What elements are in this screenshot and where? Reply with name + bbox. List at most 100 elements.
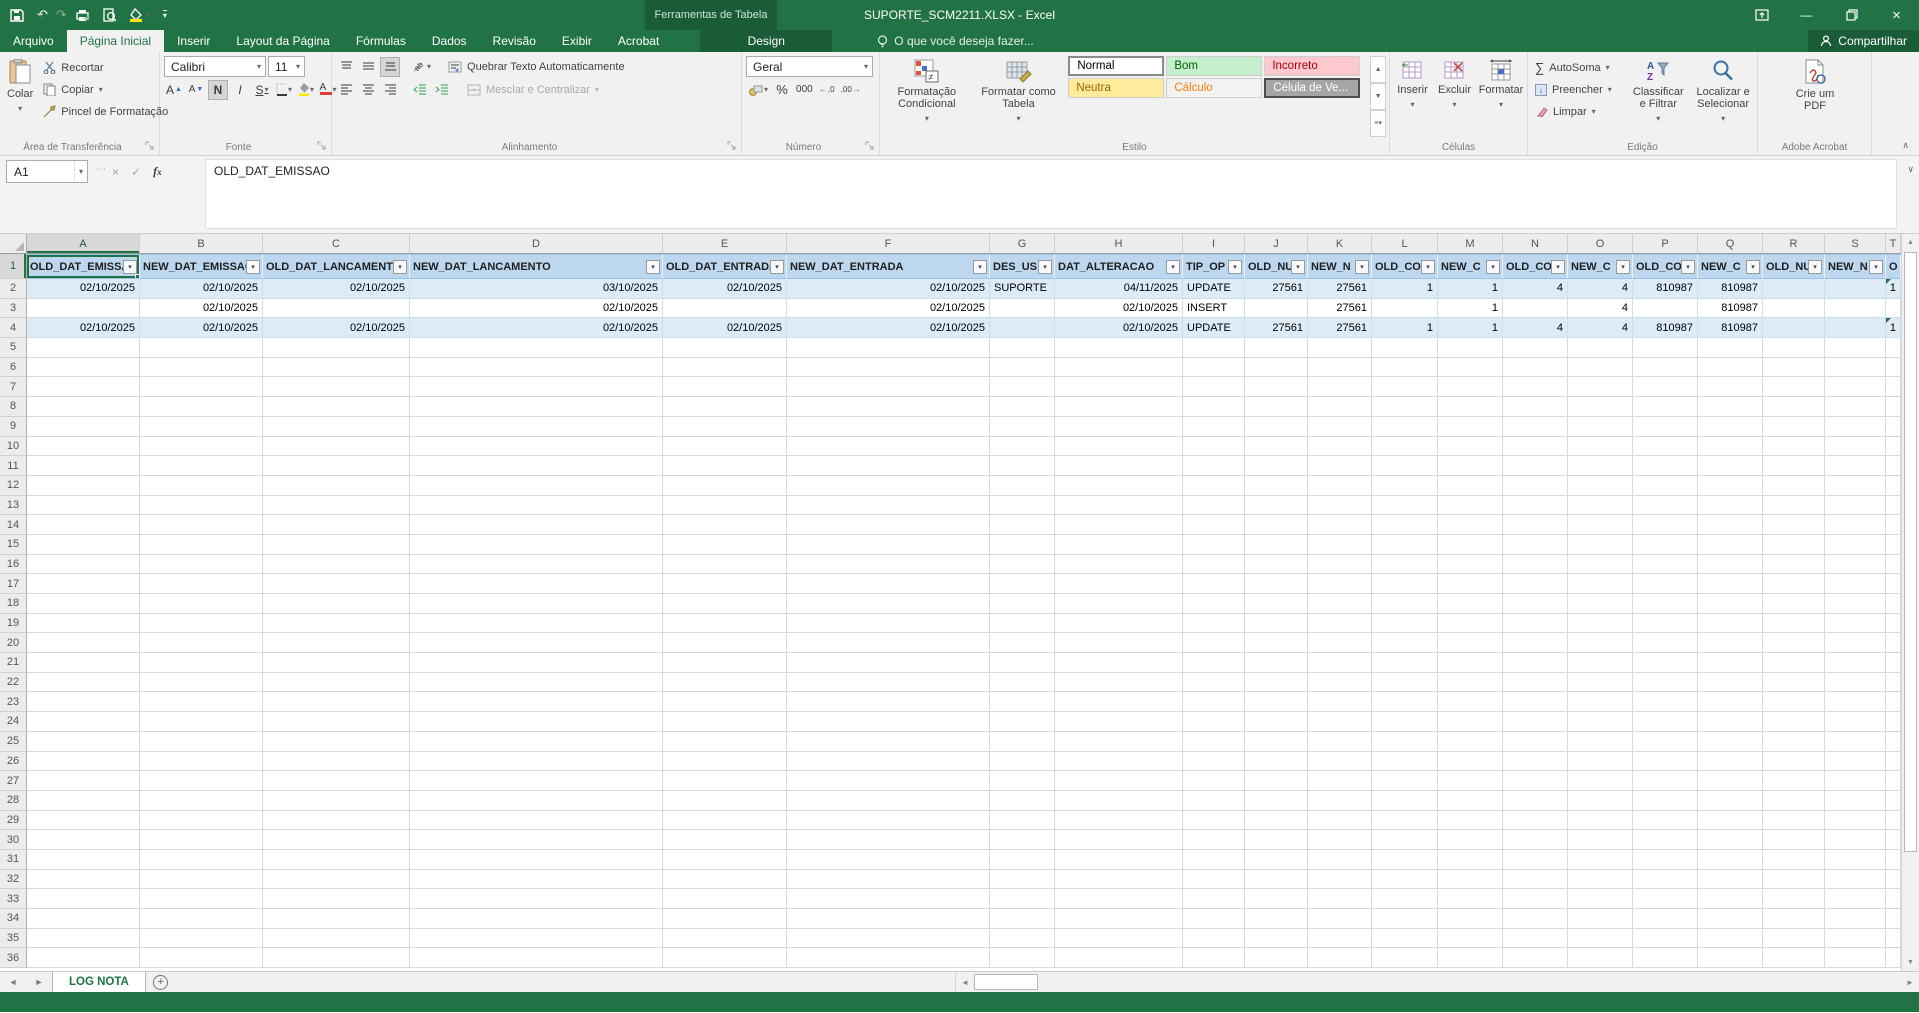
cell-O29[interactable] bbox=[1568, 810, 1633, 831]
cell-R24[interactable] bbox=[1763, 712, 1825, 732]
cell-A32[interactable] bbox=[27, 869, 140, 890]
cell-A27[interactable] bbox=[27, 771, 140, 791]
cell-K19[interactable] bbox=[1308, 613, 1372, 634]
cell-L15[interactable] bbox=[1372, 534, 1438, 555]
font-dialog-launcher[interactable] bbox=[317, 141, 328, 152]
cell-T30[interactable] bbox=[1886, 830, 1901, 850]
header-cell-O1[interactable]: NEW_C ▾ bbox=[1568, 254, 1633, 279]
cell-Q28[interactable] bbox=[1698, 790, 1763, 811]
cell-K10[interactable] bbox=[1308, 436, 1372, 457]
cell-E14[interactable] bbox=[663, 515, 787, 535]
cell-K17[interactable] bbox=[1308, 574, 1372, 594]
cell-J20[interactable] bbox=[1245, 633, 1308, 654]
cell-P29[interactable] bbox=[1633, 810, 1698, 831]
cell-H13[interactable] bbox=[1055, 495, 1183, 516]
cell-K14[interactable] bbox=[1308, 515, 1372, 535]
cell-S32[interactable] bbox=[1825, 869, 1886, 890]
cell-E18[interactable] bbox=[663, 594, 787, 614]
cell-T6[interactable] bbox=[1886, 357, 1901, 378]
align-center-icon[interactable] bbox=[358, 80, 378, 100]
cell-S36[interactable] bbox=[1825, 948, 1886, 969]
gallery-up-icon[interactable]: ▲ bbox=[1370, 56, 1387, 83]
cell-C3[interactable] bbox=[263, 298, 410, 319]
cell-R30[interactable] bbox=[1763, 830, 1825, 850]
cell-K23[interactable] bbox=[1308, 692, 1372, 713]
cell-P23[interactable] bbox=[1633, 692, 1698, 713]
cell-B3[interactable]: 02/10/2025 bbox=[140, 298, 263, 319]
cell-K24[interactable] bbox=[1308, 712, 1372, 732]
cell-F23[interactable] bbox=[787, 692, 990, 713]
cell-A30[interactable] bbox=[27, 830, 140, 850]
cell-M24[interactable] bbox=[1438, 712, 1503, 732]
cell-K32[interactable] bbox=[1308, 869, 1372, 890]
cell-G13[interactable] bbox=[990, 495, 1055, 516]
cell-Q9[interactable] bbox=[1698, 416, 1763, 437]
cell-G3[interactable] bbox=[990, 298, 1055, 319]
cell-G33[interactable] bbox=[990, 889, 1055, 909]
tab-formulas[interactable]: Fórmulas bbox=[343, 30, 419, 52]
cell-P16[interactable] bbox=[1633, 554, 1698, 575]
cell-I20[interactable] bbox=[1183, 633, 1245, 654]
cell-K6[interactable] bbox=[1308, 357, 1372, 378]
enter-icon[interactable]: ✓ bbox=[131, 165, 141, 179]
header-cell-B1[interactable]: NEW_DAT_EMISSAO ▾ bbox=[140, 254, 263, 279]
cell-G17[interactable] bbox=[990, 574, 1055, 594]
cell-N7[interactable] bbox=[1503, 377, 1568, 398]
row-header-8[interactable]: 8 bbox=[0, 397, 27, 417]
cell-T15[interactable] bbox=[1886, 534, 1901, 555]
cell-O9[interactable] bbox=[1568, 416, 1633, 437]
cell-L16[interactable] bbox=[1372, 554, 1438, 575]
cell-P35[interactable] bbox=[1633, 928, 1698, 949]
cell-H6[interactable] bbox=[1055, 357, 1183, 378]
cell-O36[interactable] bbox=[1568, 948, 1633, 969]
cell-J13[interactable] bbox=[1245, 495, 1308, 516]
horizontal-scroll-track[interactable] bbox=[1038, 972, 1901, 992]
increase-font-icon[interactable]: A ▲ bbox=[164, 80, 184, 100]
cell-C28[interactable] bbox=[263, 790, 410, 811]
cell-C7[interactable] bbox=[263, 377, 410, 398]
cell-L5[interactable] bbox=[1372, 338, 1438, 358]
cell-R20[interactable] bbox=[1763, 633, 1825, 654]
cell-F32[interactable] bbox=[787, 869, 990, 890]
cell-B14[interactable] bbox=[140, 515, 263, 535]
cell-C18[interactable] bbox=[263, 594, 410, 614]
cell-A4[interactable]: 02/10/2025 bbox=[27, 318, 140, 339]
cell-H11[interactable] bbox=[1055, 456, 1183, 476]
scroll-down-icon[interactable]: ▼ bbox=[1902, 954, 1919, 971]
cell-T17[interactable] bbox=[1886, 574, 1901, 594]
cell-A9[interactable] bbox=[27, 416, 140, 437]
cell-S13[interactable] bbox=[1825, 495, 1886, 516]
cell-A25[interactable] bbox=[27, 731, 140, 752]
cell-J19[interactable] bbox=[1245, 613, 1308, 634]
cell-R3[interactable] bbox=[1763, 298, 1825, 319]
save-icon[interactable] bbox=[10, 8, 24, 22]
cell-E24[interactable] bbox=[663, 712, 787, 732]
cell-A16[interactable] bbox=[27, 554, 140, 575]
cell-C29[interactable] bbox=[263, 810, 410, 831]
cell-K2[interactable]: 27561 bbox=[1308, 279, 1372, 299]
cell-J34[interactable] bbox=[1245, 909, 1308, 929]
tab-pagina-inicial[interactable]: Página Inicial bbox=[66, 30, 165, 52]
cell-D22[interactable] bbox=[410, 672, 663, 693]
header-cell-N1[interactable]: OLD_CO ▾ bbox=[1503, 254, 1568, 279]
cell-K33[interactable] bbox=[1308, 889, 1372, 909]
cell-L31[interactable] bbox=[1372, 849, 1438, 870]
cell-J23[interactable] bbox=[1245, 692, 1308, 713]
collapse-ribbon-icon[interactable]: ∧ bbox=[1902, 140, 1909, 151]
cell-N11[interactable] bbox=[1503, 456, 1568, 476]
cell-E23[interactable] bbox=[663, 692, 787, 713]
column-header-G[interactable]: G bbox=[990, 234, 1055, 253]
header-cell-R1[interactable]: OLD_NU ▾ bbox=[1763, 254, 1825, 279]
cell-S30[interactable] bbox=[1825, 830, 1886, 850]
column-header-E[interactable]: E bbox=[663, 234, 787, 253]
column-header-Q[interactable]: Q bbox=[1698, 234, 1763, 253]
cell-B36[interactable] bbox=[140, 948, 263, 969]
cell-B20[interactable] bbox=[140, 633, 263, 654]
cell-I35[interactable] bbox=[1183, 928, 1245, 949]
cell-N20[interactable] bbox=[1503, 633, 1568, 654]
cell-C16[interactable] bbox=[263, 554, 410, 575]
cell-Q19[interactable] bbox=[1698, 613, 1763, 634]
cell-T11[interactable] bbox=[1886, 456, 1901, 476]
cell-S20[interactable] bbox=[1825, 633, 1886, 654]
cell-P31[interactable] bbox=[1633, 849, 1698, 870]
